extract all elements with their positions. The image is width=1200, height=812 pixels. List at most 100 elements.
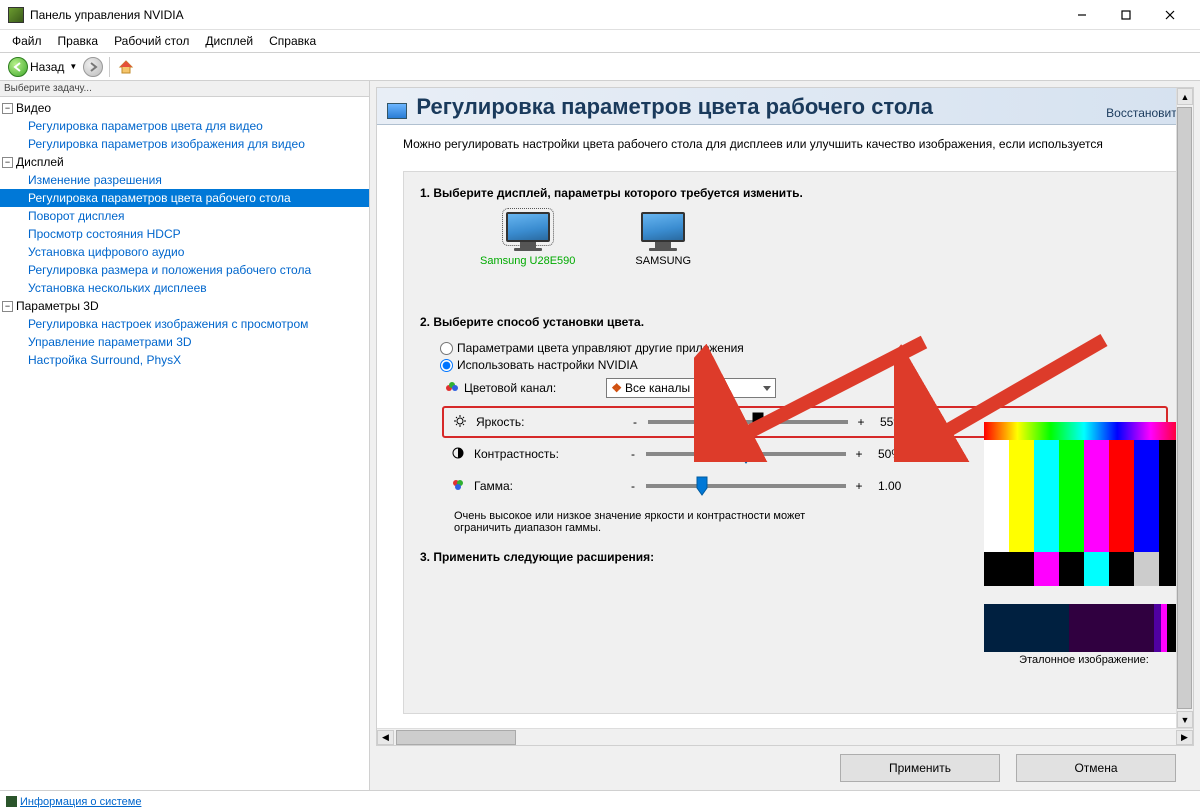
brightness-value: 55% [874, 415, 916, 429]
scroll-down-button[interactable]: ▼ [1177, 711, 1193, 728]
tree-item[interactable]: Регулировка настроек изображения с просм… [0, 315, 369, 333]
minus-icon: - [628, 447, 638, 461]
gamma-note: Очень высокое или низкое значение яркост… [454, 510, 834, 534]
collapse-icon[interactable]: − [2, 301, 13, 312]
page-header-icon [387, 103, 407, 119]
tree-item[interactable]: Просмотр состояния HDCP [0, 225, 369, 243]
menu-file[interactable]: Файл [6, 32, 48, 50]
plus-icon: + [856, 415, 866, 429]
monitor-icon [641, 212, 685, 242]
horizontal-scrollbar[interactable]: ◀ ▶ [377, 728, 1193, 745]
menu-desktop[interactable]: Рабочий стол [108, 32, 195, 50]
titlebar: Панель управления NVIDIA [0, 0, 1200, 30]
gamma-icon [452, 479, 464, 494]
footer-buttons: Применить Отмена [370, 746, 1200, 790]
contrast-value: 50% [872, 447, 914, 461]
contrast-slider[interactable] [646, 452, 846, 456]
scroll-right-button[interactable]: ▶ [1176, 730, 1193, 745]
menu-edit[interactable]: Правка [52, 32, 105, 50]
cancel-button[interactable]: Отмена [1016, 754, 1176, 782]
tree-item[interactable]: Установка цифрового аудио [0, 243, 369, 261]
tree-group-video[interactable]: −Видео [0, 99, 369, 117]
radio-label: Параметрами цвета управляют другие прило… [457, 341, 744, 355]
brightness-slider[interactable] [648, 420, 848, 424]
window-title: Панель управления NVIDIA [30, 8, 1060, 22]
radio-nvidia-input[interactable] [440, 359, 453, 372]
home-button[interactable] [116, 57, 136, 77]
scroll-up-button[interactable]: ▲ [1177, 88, 1193, 105]
minus-icon: - [630, 415, 640, 429]
gamma-slider[interactable] [646, 484, 846, 488]
statusbar: Информация о системе [0, 790, 1200, 812]
page-title: Регулировка параметров цвета рабочего ст… [416, 94, 933, 119]
radio-other-apps-input[interactable] [440, 342, 453, 355]
tree-item[interactable]: Установка нескольких дисплеев [0, 279, 369, 297]
reference-caption: Эталонное изображение: [984, 654, 1184, 666]
collapse-icon[interactable]: − [2, 157, 13, 168]
menubar: Файл Правка Рабочий стол Дисплей Справка [0, 30, 1200, 52]
tree-group-3d[interactable]: −Параметры 3D [0, 297, 369, 315]
task-tree: −Видео Регулировка параметров цвета для … [0, 97, 369, 790]
sysinfo-link[interactable]: Информация о системе [20, 796, 141, 808]
channel-select[interactable]: ❖ Все каналы [606, 378, 776, 398]
radio-label: Использовать настройки NVIDIA [457, 358, 638, 372]
radio-other-apps[interactable]: Параметрами цвета управляют другие прило… [440, 341, 1168, 355]
tree-item[interactable]: Изменение разрешения [0, 171, 369, 189]
forward-button[interactable] [83, 57, 103, 77]
content-area: Регулировка параметров цвета рабочего ст… [370, 81, 1200, 790]
apply-button[interactable]: Применить [840, 754, 1000, 782]
sidebar: Выберите задачу... −Видео Регулировка па… [0, 81, 370, 790]
display-option-2[interactable]: SAMSUNG [635, 212, 691, 267]
display-selector: Samsung U28E590 SAMSUNG [420, 212, 1168, 267]
plus-icon: + [854, 479, 864, 493]
brightness-thumb[interactable] [752, 412, 764, 432]
scroll-thumb[interactable] [396, 730, 516, 745]
tree-item[interactable]: Управление параметрами 3D [0, 333, 369, 351]
close-button[interactable] [1148, 1, 1192, 29]
step2-heading: 2. Выберите способ установки цвета. [420, 315, 1168, 329]
sidebar-header: Выберите задачу... [0, 81, 369, 97]
sysinfo-icon [6, 796, 17, 807]
gamma-label: Гамма: [474, 479, 513, 493]
radio-nvidia[interactable]: Использовать настройки NVIDIA [440, 358, 1168, 372]
contrast-thumb[interactable] [740, 444, 752, 464]
reference-image-area: Эталонное изображение: [984, 422, 1184, 666]
collapse-icon[interactable]: − [2, 103, 13, 114]
display-option-1[interactable]: Samsung U28E590 [480, 212, 575, 267]
tree-item[interactable]: Регулировка параметров изображения для в… [0, 135, 369, 153]
toolbar: Назад ▼ [0, 53, 1200, 81]
scroll-thumb[interactable] [1177, 107, 1192, 709]
channel-label: Цветовой канал: [464, 381, 556, 395]
vertical-scrollbar[interactable]: ▲ ▼ [1176, 88, 1193, 728]
step1-heading: 1. Выберите дисплей, параметры которого … [420, 186, 1168, 200]
monitor-icon [506, 212, 550, 242]
menu-help[interactable]: Справка [263, 32, 322, 50]
gamma-thumb[interactable] [696, 476, 708, 496]
minimize-button[interactable] [1060, 1, 1104, 29]
tree-item[interactable]: Настройка Surround, PhysX [0, 351, 369, 369]
channel-icon [446, 382, 458, 394]
back-dropdown-icon[interactable]: ▼ [69, 62, 77, 71]
tree-group-display[interactable]: −Дисплей [0, 153, 369, 171]
channel-row: Цветовой канал: ❖ Все каналы [446, 378, 1168, 398]
tree-item[interactable]: Регулировка размера и положения рабочего… [0, 261, 369, 279]
menu-display[interactable]: Дисплей [199, 32, 259, 50]
back-button[interactable]: Назад ▼ [6, 55, 79, 79]
gamma-value: 1.00 [872, 479, 914, 493]
restore-link[interactable]: Восстановить [1106, 106, 1183, 120]
maximize-button[interactable] [1104, 1, 1148, 29]
brightness-icon [454, 415, 466, 430]
app-icon [8, 7, 24, 23]
plus-icon: + [854, 447, 864, 461]
page-header: Регулировка параметров цвета рабочего ст… [377, 88, 1193, 125]
tree-item[interactable]: Регулировка параметров цвета для видео [0, 117, 369, 135]
tree-item-selected[interactable]: Регулировка параметров цвета рабочего ст… [0, 189, 369, 207]
tree-item[interactable]: Поворот дисплея [0, 207, 369, 225]
channel-bullet-icon: ❖ [611, 381, 622, 395]
contrast-label: Контрастность: [474, 447, 559, 461]
back-label: Назад [30, 60, 64, 74]
back-arrow-icon [8, 57, 28, 77]
minus-icon: - [628, 479, 638, 493]
scroll-left-button[interactable]: ◀ [377, 730, 394, 745]
contrast-icon [452, 447, 464, 462]
